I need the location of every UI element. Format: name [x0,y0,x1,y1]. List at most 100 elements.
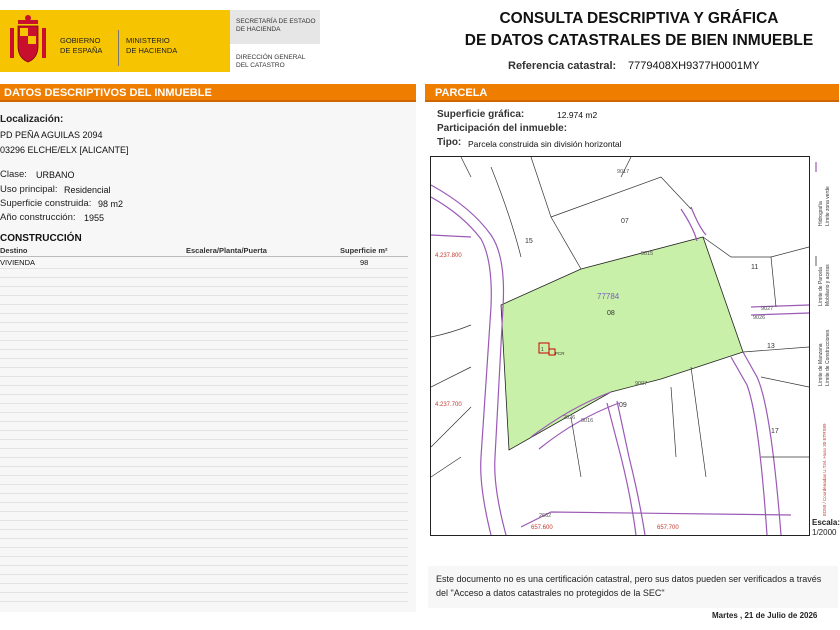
table-row [0,394,408,395]
coord-y2-label: 4.237.700 [435,402,462,408]
address-line1: PD PEÑA AGUILAS 2094 [0,130,103,140]
table-row [0,277,408,278]
table-row [0,286,408,287]
coord-x1-label: 657.600 [531,525,553,531]
table-row [0,538,408,539]
table-row [0,520,408,521]
anio-label: Año construcción: [0,212,76,223]
table-header-rule [0,256,408,257]
table-row [0,556,408,557]
section-datos-descriptivos: DATOS DESCRIPTIVOS DEL INMUEBLE [0,84,416,102]
road-9026-label: 9026 [753,315,765,321]
disclaimer-note: Este documento no es una certificación c… [436,574,822,598]
table-row [0,484,408,485]
address-line2: 03296 ELCHE/ELX [ALICANTE] [0,145,129,155]
col-escalera: Escalera/Planta/Puerta [186,246,267,255]
table-row [0,439,408,440]
coord-x2-label: 657.700 [657,525,679,531]
ministerio-text: MINISTERIO DE HACIENDA [126,36,177,56]
legend-mobiliario: Mobiliario y aceras [825,264,831,306]
map-legend: Límite de Manzana Límite de Parcela Lími… [815,162,831,516]
parcel-09-label: 09 [619,402,627,409]
ref-catastral-value: 7779408XH9377H0001MY [628,60,760,72]
construccion-title: CONSTRUCCIÓN [0,233,82,244]
table-row [0,304,408,305]
header-separator [118,30,119,66]
scale-value: 1/2000 [812,528,837,537]
participacion-label: Participación del inmueble: [437,123,568,134]
superficie-label: Superficie construida: [0,198,92,209]
secretaria-line1: SECRETARÍA DE ESTADO [236,18,316,25]
secretaria-text: SECRETARÍA DE ESTADO DE HACIENDA [236,18,316,34]
road-2026-label: 2026 [563,415,575,421]
ministerio-line1: MINISTERIO [126,36,170,45]
direccion-line2: DEL CATASTRO [236,62,285,69]
gobierno-line2: DE ESPAÑA [60,46,103,55]
table-row [0,385,408,386]
building-label-2: PCR [555,351,565,356]
parcel-17-label: 17 [771,428,779,435]
tipo-label: Tipo: [437,137,462,148]
col-destino: Destino [0,246,28,255]
road-2662-label: 2662 [539,513,551,519]
ref-catastral-label: Referencia catastral: [508,60,617,72]
table-row [0,268,408,269]
title-line2: DE DATOS CATASTRALES DE BIEN INMUEBLE [464,32,814,49]
road-9007-label: 9007 [635,381,647,387]
table-row [0,295,408,296]
direccion-line1: DIRECCIÓN GENERAL [236,54,306,61]
table-row [0,448,408,449]
table-row [0,376,408,377]
table-row [0,358,408,359]
parcel-11-label: 11 [751,264,758,271]
road-9016-label: 9016 [581,418,593,424]
sup-grafica-value: 12.974 m2 [557,110,598,120]
uso-value: Residencial [64,185,111,195]
table-row [0,583,408,584]
parcel-polygon[interactable] [500,236,744,451]
table-row [0,430,408,431]
gobierno-line1: GOBIERNO [60,36,101,45]
table-row [0,322,408,323]
gobierno-text: GOBIERNO DE ESPAÑA [60,36,102,56]
table-row [0,493,408,494]
scale-label: Escala: [812,518,840,527]
table-row [0,313,408,314]
parcel-ref-label: 77784 [597,292,620,301]
legend-parcela: Límite de Parcela [818,267,824,306]
clase-label: Clase: [0,169,27,180]
table-row [0,412,408,413]
table-row [0,403,408,404]
table-row [0,340,408,341]
legend-crs: ED50 / Coordenadas U.T.M. Huso 30 ETRS89 [822,423,827,516]
sup-grafica-label: Superficie gráfica: [437,109,525,120]
direccion-text: DIRECCIÓN GENERAL DEL CATASTRO [236,54,305,70]
coord-y1-label: 4.237.800 [435,253,462,259]
localizacion-label: Localización: [0,114,64,125]
road-9015-label: 9015 [641,251,653,257]
table-row [0,457,408,458]
legend-zona-verde: Límite zona verde [825,186,831,226]
legend-construcciones: Límite de Construcciones [825,329,831,386]
cadastral-map[interactable]: 1 PCR 77784 08 07 15 11 13 09 17 9017 90… [430,156,810,536]
table-row [0,367,408,368]
parcel-15-label: 15 [525,238,533,245]
superficie-value: 98 m2 [98,199,124,209]
anio-value: 1955 [84,213,105,223]
road-9027-label: 9027 [761,306,773,312]
parcel-07-label: 07 [621,218,629,225]
table-cell-destino: VIVIENDA [0,258,36,267]
table-row [0,511,408,512]
legend-hidrografia: Hidrografía [818,201,824,226]
table-row [0,574,408,575]
parcel-13-label: 13 [767,343,775,350]
col-superficie: Superficie m² [340,246,388,255]
table-cell-superficie: 98 [360,258,369,267]
title-line1: CONSULTA DESCRIPTIVA Y GRÁFICA [499,10,779,27]
table-row [0,349,408,350]
table-row [0,547,408,548]
table-row [0,502,408,503]
clase-value: URBANO [36,170,75,180]
secretaria-line2: DE HACIENDA [236,26,281,33]
table-row [0,475,408,476]
